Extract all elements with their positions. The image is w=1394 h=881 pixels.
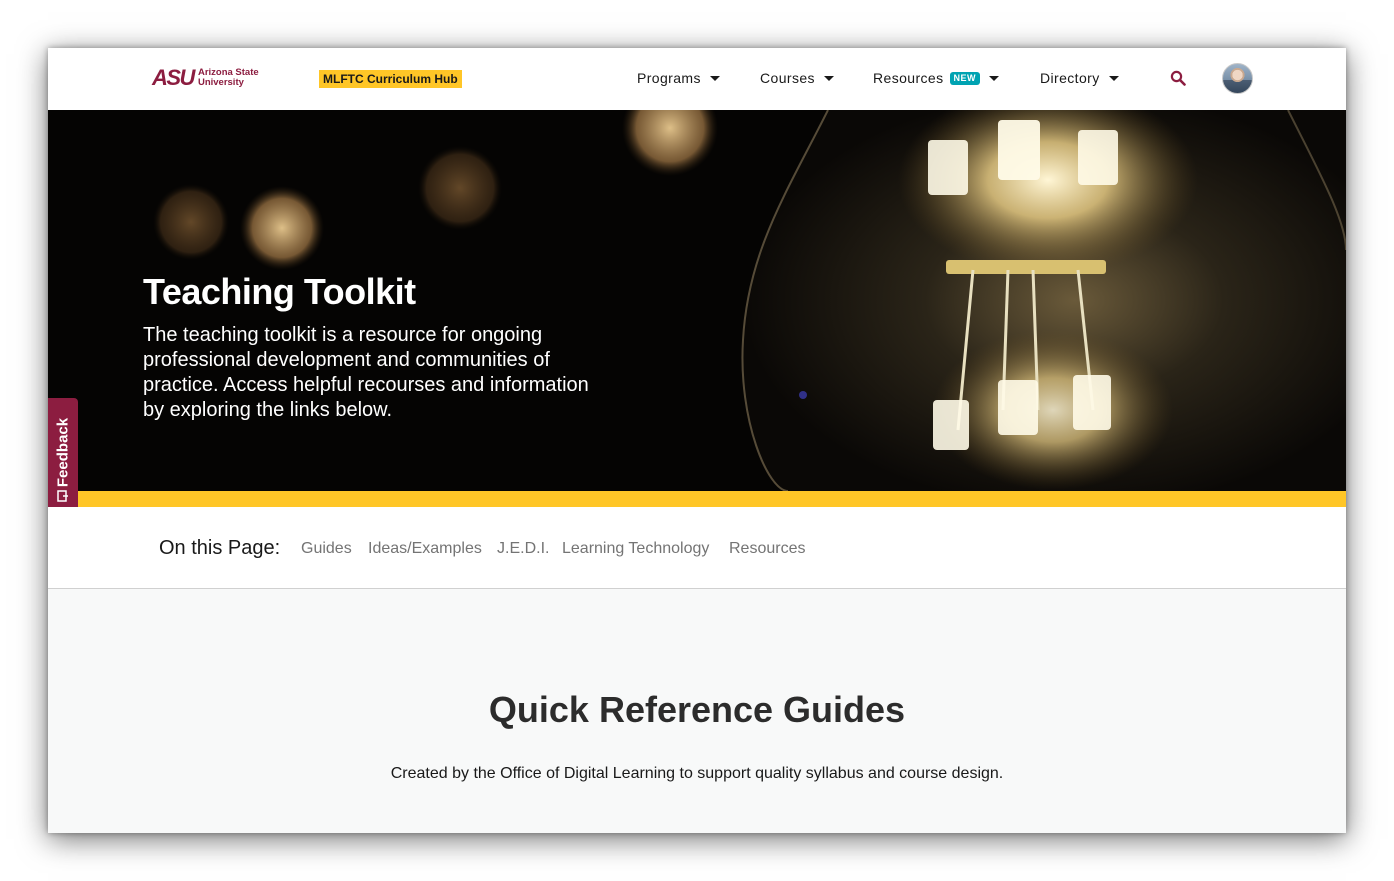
anchor-link-jedi[interactable]: J.E.D.I. (497, 540, 549, 558)
asu-logo[interactable]: ASU Arizona State University (152, 65, 259, 90)
gold-divider (48, 491, 1346, 507)
hero-title: Teaching Toolkit (143, 271, 416, 312)
logo-line-2: University (197, 77, 244, 88)
nav-resources-label: Resources (873, 70, 944, 86)
quick-reference-section: Quick Reference Guides Created by the Of… (48, 589, 1346, 833)
nav-resources[interactable]: Resources NEW (873, 68, 1000, 88)
feedback-label: Feedback (54, 417, 72, 488)
anchor-link-guides[interactable]: Guides (301, 540, 352, 558)
curriculum-hub-link[interactable]: MLFTC Curriculum Hub (319, 70, 462, 88)
feedback-icon (57, 490, 68, 502)
chevron-down-icon (823, 75, 834, 81)
new-badge: NEW (949, 71, 981, 85)
chevron-down-icon (989, 75, 1000, 81)
nav-directory[interactable]: Directory (1040, 68, 1119, 88)
chevron-down-icon (709, 75, 720, 81)
nav-courses-label: Courses (760, 70, 815, 86)
anchor-link-ideas-examples[interactable]: Ideas/Examples (368, 540, 482, 558)
on-this-page-label: On this Page: (159, 537, 281, 559)
feedback-tab[interactable]: Feedback (48, 398, 78, 517)
on-this-page-nav: On this Page: Guides Ideas/Examples J.E.… (48, 507, 1346, 589)
hero-description: The teaching toolkit is a resource for o… (143, 324, 589, 421)
hero-banner: Teaching Toolkit The teaching toolkit is… (48, 110, 1346, 491)
anchor-link-learning-technology[interactable]: Learning Technology (562, 540, 709, 558)
section-subtitle: Created by the Office of Digital Learnin… (390, 765, 1004, 782)
asu-logo-text: Arizona State University (198, 68, 259, 88)
user-avatar[interactable] (1222, 63, 1253, 94)
nav-directory-label: Directory (1040, 70, 1100, 86)
search-icon[interactable] (1170, 70, 1186, 86)
nav-courses[interactable]: Courses (760, 68, 834, 88)
asu-logo-mark: ASU (152, 65, 195, 90)
anchor-link-resources[interactable]: Resources (729, 540, 805, 558)
chevron-down-icon (1108, 75, 1119, 81)
nav-programs[interactable]: Programs (637, 68, 720, 88)
browser-window: ASU Arizona State University MLFTC Curri… (48, 48, 1346, 833)
section-title: Quick Reference Guides (488, 689, 906, 730)
site-header: ASU Arizona State University MLFTC Curri… (48, 48, 1346, 110)
nav-programs-label: Programs (637, 70, 701, 86)
